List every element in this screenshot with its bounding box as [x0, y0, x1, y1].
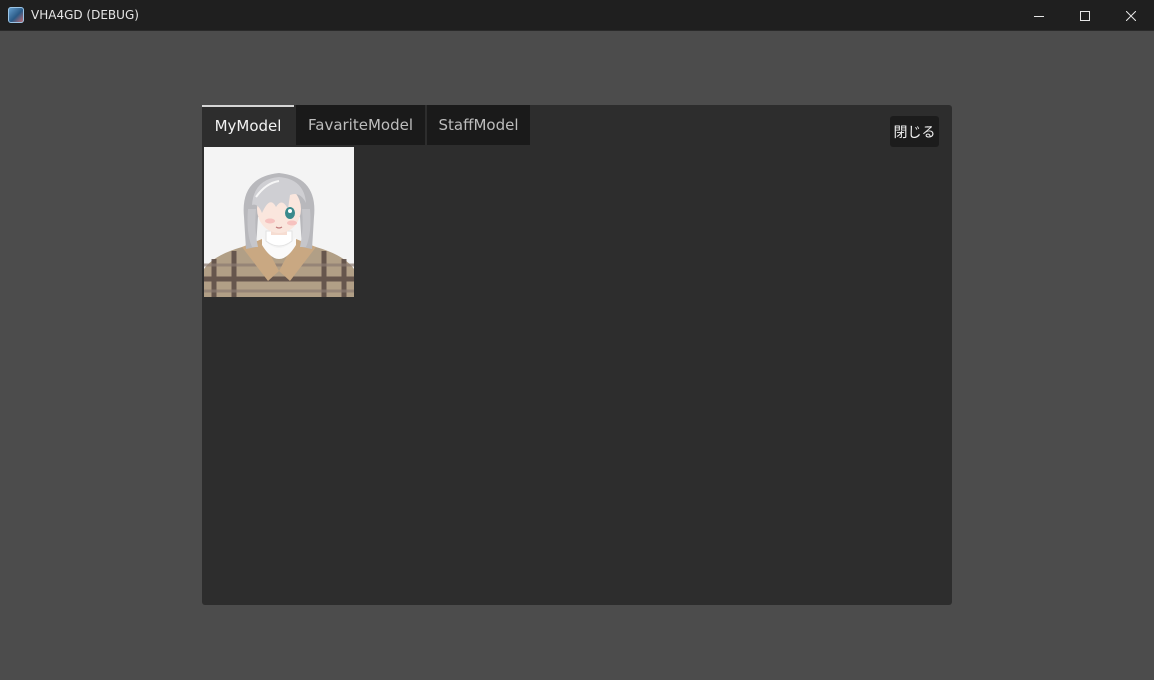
maximize-button[interactable] — [1062, 0, 1108, 31]
tab-favorite-model[interactable]: FavariteModel — [296, 105, 425, 145]
window-title: VHA4GD (DEBUG) — [31, 8, 139, 22]
minimize-button[interactable] — [1016, 0, 1062, 31]
window-controls — [1016, 0, 1154, 31]
close-icon — [1126, 10, 1136, 21]
app-icon — [8, 7, 24, 23]
model-thumbnail[interactable] — [204, 147, 354, 297]
maximize-icon — [1080, 10, 1090, 21]
close-window-button[interactable] — [1108, 0, 1154, 31]
model-tabs: MyModel FavariteModel StaffModel — [202, 105, 532, 145]
model-select-panel: MyModel FavariteModel StaffModel 閉じる — [202, 105, 952, 605]
close-button[interactable]: 閉じる — [890, 116, 939, 147]
minimize-icon — [1034, 15, 1044, 17]
window-titlebar: VHA4GD (DEBUG) — [0, 0, 1154, 31]
tab-my-model[interactable]: MyModel — [202, 105, 294, 145]
tab-staff-model[interactable]: StaffModel — [427, 105, 530, 145]
avatar-image — [204, 147, 354, 297]
